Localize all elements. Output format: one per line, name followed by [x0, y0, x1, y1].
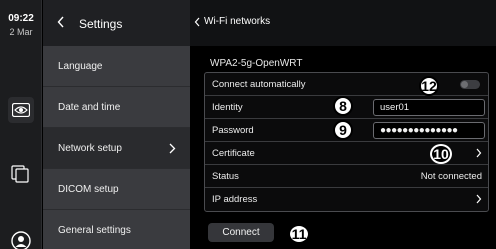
- identity-field[interactable]: user01: [373, 99, 485, 116]
- menu-item-label: Network setup: [58, 142, 122, 154]
- network-settings-form: Connect automatically Identity user01 Pa…: [204, 72, 489, 212]
- settings-panel: Settings Language Date and time Network …: [43, 0, 190, 249]
- wifi-header: Wi-Fi networks: [190, 0, 496, 46]
- row-label: Password: [212, 125, 254, 136]
- status-value: Not connected: [420, 171, 482, 182]
- menu-item-label: Language: [58, 60, 103, 72]
- menu-item-label: General settings: [58, 225, 131, 236]
- menu-item-language[interactable]: Language: [43, 46, 190, 87]
- callout-11: 11: [288, 224, 310, 244]
- row-status: Status Not connected: [205, 165, 488, 188]
- eye-icon: [12, 103, 30, 117]
- callout-10: 10: [430, 144, 452, 164]
- row-ip-address[interactable]: IP address: [205, 188, 488, 211]
- menu-item-dicom-setup[interactable]: DICOM setup: [43, 169, 190, 210]
- connect-button[interactable]: Connect: [208, 223, 274, 242]
- user-icon: [11, 231, 31, 249]
- live-view-button[interactable]: [8, 97, 34, 123]
- callout-9: 9: [333, 120, 353, 140]
- network-name: WPA2-5g-OpenWRT: [210, 58, 303, 69]
- row-label: Certificate: [212, 148, 255, 159]
- password-field[interactable]: ●●●●●●●●●●●●●●: [373, 122, 485, 139]
- files-icon: [11, 165, 29, 183]
- clock: 09:22: [8, 13, 34, 24]
- chevron-right-icon: [169, 143, 176, 154]
- menu-item-label: DICOM setup: [58, 183, 119, 195]
- settings-title: Settings: [79, 17, 123, 31]
- menu-item-label: Date and time: [58, 101, 121, 113]
- toggle-knob: [461, 81, 468, 88]
- row-label: IP address: [212, 194, 258, 205]
- left-rail: 09:22 2 Mar: [0, 0, 42, 249]
- connect-automatically-toggle[interactable]: [460, 80, 480, 89]
- row-connect-automatically: Connect automatically: [205, 73, 488, 96]
- menu-item-general-settings[interactable]: General settings: [43, 210, 190, 249]
- row-label: Status: [212, 171, 239, 182]
- user-button[interactable]: [8, 228, 34, 249]
- menu-item-date-time[interactable]: Date and time: [43, 87, 190, 128]
- row-label: Connect automatically: [212, 79, 306, 90]
- wifi-back-link[interactable]: Wi-Fi networks: [194, 16, 270, 27]
- wifi-back-label: Wi-Fi networks: [204, 16, 271, 27]
- menu-item-network-setup[interactable]: Network setup: [43, 128, 190, 169]
- back-chevron-icon[interactable]: [57, 16, 65, 28]
- date: 2 Mar: [9, 27, 33, 37]
- callout-8: 8: [333, 96, 353, 116]
- settings-header: Settings: [43, 0, 190, 46]
- chevron-right-icon: [476, 194, 482, 204]
- archive-button[interactable]: [8, 161, 34, 187]
- callout-12: 12: [419, 76, 439, 96]
- chevron-right-icon: [476, 148, 482, 158]
- back-chevron-icon: [194, 17, 200, 26]
- row-label: Identity: [212, 102, 243, 113]
